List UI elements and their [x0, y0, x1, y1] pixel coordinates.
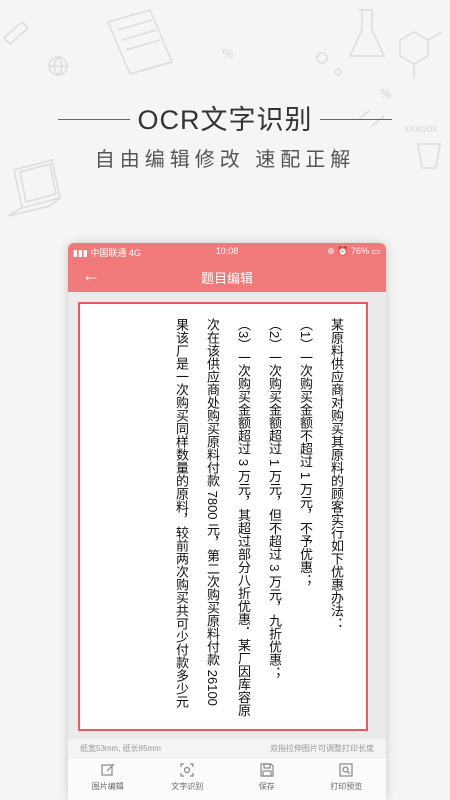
print-preview-button[interactable]: 打印预览: [307, 758, 387, 800]
text-line: （3）一次购买金额超过 3 万元，其超过部分八折优惠．某厂因库容原: [236, 318, 251, 717]
image-edit-button[interactable]: 图片编辑: [68, 758, 148, 800]
bottom-toolbar: 图片编辑 文字识别 保存 打印预览: [68, 757, 386, 800]
text-line: 次在该供应商处购买原料付款 7800 元，第二次购买原料付款 26100: [205, 318, 220, 706]
print-preview-label: 打印预览: [330, 782, 363, 791]
text-line: （1）一次购买金额不超过 1 万元，不予优惠；: [298, 318, 313, 587]
hero-title-row: OCR文字识别: [0, 98, 450, 137]
save-icon: [260, 763, 274, 777]
title-divider-right: [320, 119, 392, 120]
svg-text:%: %: [222, 47, 233, 61]
battery-status: ⊕ ⏰ 76% ▭: [327, 246, 380, 257]
title-divider-left: [58, 119, 130, 120]
save-button[interactable]: 保存: [227, 758, 307, 800]
alarm-icon: ⊕ ⏰: [327, 246, 349, 256]
text-line: （2）一次购买金额超过 1 万元，但不超过 3 万元，九折优惠；: [267, 318, 282, 680]
stretch-hint-label: 双指拉伸图片可调整打印长度: [270, 744, 374, 753]
text-line: 果该厂是一次购买同样数量的原料，较前两次购买共可少付款多少元: [174, 318, 189, 708]
battery-icon: ▭: [371, 246, 380, 256]
image-edit-label: 图片编辑: [91, 782, 124, 791]
status-bar: ▮▮▮ 中国联通 4G 10:08 ⊕ ⏰ 76% ▭: [68, 243, 386, 260]
scan-icon: [180, 763, 194, 777]
text-recognition-button[interactable]: 文字识别: [148, 758, 228, 800]
recognized-text: 某原料供应商对购买其原料的顾客实行如下优惠办法： （1）一次购买金额不超过 1 …: [166, 318, 352, 718]
text-recognition-label: 文字识别: [171, 782, 204, 791]
text-line: 某原料供应商对购买其原料的顾客实行如下优惠办法：: [329, 318, 344, 630]
preview-icon: [339, 763, 353, 777]
hero-subtitle: 自由编辑修改 速配正解: [94, 149, 356, 171]
phone-screen: ▮▮▮ 中国联通 4G 10:08 ⊕ ⏰ 76% ▭ ← 题目编辑 某原料供应…: [68, 243, 386, 800]
page-title: 题目编辑: [200, 271, 253, 286]
paper-size-label: 纸宽53mm, 纸长85mm: [80, 744, 161, 753]
image-canvas[interactable]: 某原料供应商对购买其原料的顾客实行如下优惠办法： （1）一次购买金额不超过 1 …: [68, 292, 386, 739]
app-bar: ← 题目编辑: [68, 260, 386, 292]
edit-icon: [101, 763, 115, 776]
paper-size-hint: 纸宽53mm, 纸长85mm 双指拉伸图片可调整打印长度: [68, 739, 386, 757]
battery-level: 76%: [350, 246, 369, 256]
document-paper[interactable]: 某原料供应商对购买其原料的顾客实行如下优惠办法： （1）一次购买金额不超过 1 …: [78, 302, 368, 731]
hero-title: OCR文字识别: [137, 105, 313, 135]
save-label: 保存: [258, 782, 275, 791]
